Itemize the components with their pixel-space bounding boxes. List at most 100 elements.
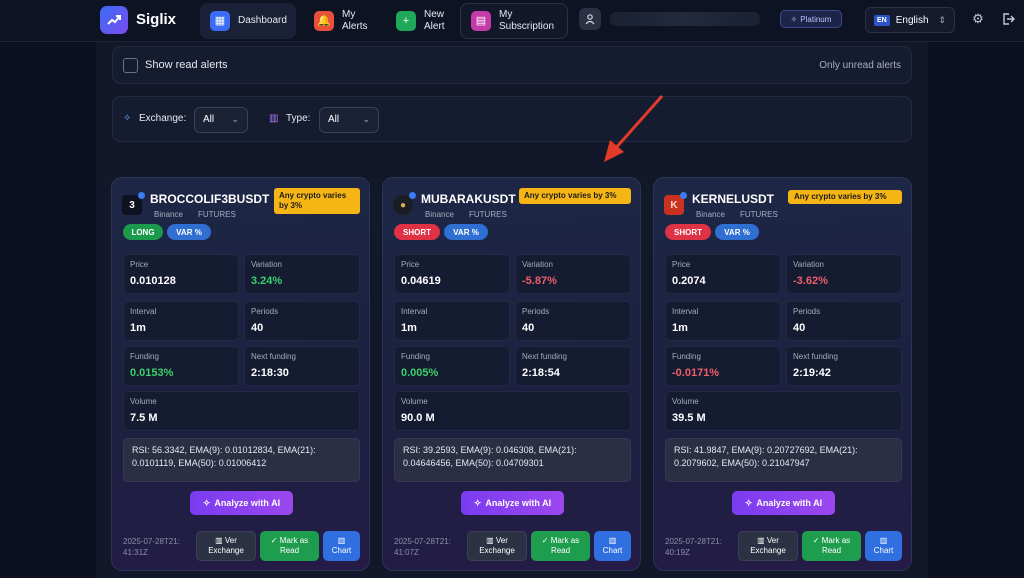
analyze-ai-button[interactable]: ✧ Analyze with AI [732,491,835,515]
variation-value: -3.62% [793,275,828,287]
view-exchange-text-1: Ver [766,536,779,545]
sparkle-icon: ✧ [123,113,132,124]
volume-label: Volume [672,397,699,406]
filter-panel: ✧ Exchange: All ⌄ ▥ Type: All ⌄ [112,96,912,142]
next-funding-cell: Next funding 2:18:54 [515,346,631,386]
bar-chart-icon: ▥ [486,536,496,545]
indicators-box: RSI: 39.2593, EMA(9): 0.046308, EMA(21):… [394,438,631,482]
check-icon: ✓ [812,536,822,545]
mark-as-read-button[interactable]: ✓ Mark as Read [802,531,861,561]
funding-cell: Funding -0.0171% [665,346,781,386]
check-icon: ✓ [541,536,551,545]
sparkle-icon: ✧ [744,497,753,508]
sparkle-icon: ✧ [202,497,211,508]
exchange-select-value: All [203,114,215,125]
funding-cell: Funding 0.005% [394,346,510,386]
coin-logo: ● [393,192,416,215]
interval-cell: Interval 1m [665,301,781,341]
volume-label: Volume [401,397,428,406]
mark-read-text-1: Mark as [821,536,851,545]
annotation-arrow [604,95,664,162]
nav-my-subscription[interactable]: ▤ My Subscription [460,3,568,39]
direction-badge: SHORT [394,224,440,240]
view-exchange-label-1: ▥ Ver [486,536,508,546]
type-badge: VAR % [444,224,488,240]
bar-chart-icon: ▥ [757,536,767,545]
plan-badge[interactable]: ✧ Platinum [780,10,842,28]
view-exchange-label-2: Exchange [479,546,515,555]
view-exchange-label-2: Exchange [208,546,244,555]
analyze-ai-button[interactable]: ✧ Analyze with AI [461,491,564,515]
bar-chart-icon: ▥ [879,536,888,545]
mark-as-read-button[interactable]: ✓ Mark as Read [260,531,319,561]
next-funding-value: 2:18:30 [251,367,289,379]
language-label: English [895,14,929,26]
bell-icon: 🔔 [314,11,334,31]
view-exchange-button[interactable]: ▥ Ver Exchange [196,531,256,561]
type-select[interactable]: All ⌄ [319,107,379,133]
timestamp: 2025-07-28T21:41:31Z [123,537,180,557]
periods-label: Periods [251,307,279,316]
language-selector[interactable]: EN English ⇕ [865,7,955,33]
user-icon[interactable] [579,8,601,30]
analyze-ai-button[interactable]: ✧ Analyze with AI [190,491,293,515]
nav-my-alerts[interactable]: 🔔 My Alerts [304,3,384,39]
nav-dashboard-label: Dashboard [238,15,287,26]
variation-label: Variation [251,260,282,269]
periods-value: 40 [522,322,535,334]
chart-button[interactable]: ▥ Chart [865,531,902,561]
coin-logo-text: ● [399,199,407,211]
view-exchange-label-1: ▥ Ver [757,536,779,546]
next-funding-label: Next funding [522,352,567,361]
interval-label: Interval [672,307,699,316]
next-funding-value: 2:18:54 [522,367,560,379]
brand-name[interactable]: Siglix [136,11,176,28]
exchange-select[interactable]: All ⌄ [194,107,248,133]
receipt-icon: ▤ [471,11,491,31]
nav-new-alert-label: New Alert [424,9,445,32]
chart-button[interactable]: ▥ Chart [594,531,631,561]
nav-dashboard[interactable]: ▦ Dashboard [200,3,296,39]
price-cell: Price 0.010128 [123,254,239,294]
next-funding-value: 2:19:42 [793,367,831,379]
nav-my-alerts-label: My Alerts [342,9,368,32]
nav-new-alert[interactable]: + New Alert [386,3,456,39]
show-read-checkbox[interactable] [123,58,138,73]
price-cell: Price 0.04619 [394,254,510,294]
volume-cell: Volume 90.0 M [394,391,631,431]
view-exchange-button[interactable]: ▥ Ver Exchange [738,531,798,561]
price-label: Price [130,260,149,269]
variation-cell: Variation -3.62% [786,254,902,294]
timestamp: 2025-07-28T21:41:07Z [394,537,451,557]
chart-button[interactable]: ▥ Chart [323,531,360,561]
funding-value: 0.005% [401,367,439,379]
unread-dot [138,192,145,199]
show-read-label[interactable]: Show read alerts [145,59,228,71]
interval-label: Interval [130,307,157,316]
funding-cell: Funding 0.0153% [123,346,239,386]
type-badge: VAR % [715,224,759,240]
direction-badge: SHORT [665,224,711,240]
alert-card: 3 BROCCOLIF3BUSDT Binance FUTURES Any cr… [111,177,370,571]
chart-label: Chart [873,546,894,555]
periods-cell: Periods 40 [786,301,902,341]
indicators-box: RSI: 56.3342, EMA(9): 0.01012834, EMA(21… [123,438,360,482]
periods-label: Periods [522,307,550,316]
next-funding-cell: Next funding 2:18:30 [244,346,360,386]
exchange-filter-label: Exchange: [139,113,187,124]
price-value: 0.010128 [130,275,176,287]
logout-icon[interactable] [1000,11,1016,27]
condition-badge: Any crypto varies by 3% [519,188,631,204]
bar-chart-icon: ▥ [608,536,617,545]
mark-read-label-2: Read [821,546,842,555]
bar-chart-icon: ▥ [337,536,346,545]
mark-as-read-button[interactable]: ✓ Mark as Read [531,531,590,561]
chart-label: Chart [602,546,623,555]
chart-up-logo-icon[interactable] [100,6,128,34]
view-exchange-button[interactable]: ▥ Ver Exchange [467,531,527,561]
variation-cell: Variation -5.87% [515,254,631,294]
grid-icon: ▦ [210,11,230,31]
type-badge: VAR % [167,224,211,240]
chevron-down-icon: ⌄ [231,114,239,124]
gear-icon[interactable]: ⚙ [970,11,986,27]
